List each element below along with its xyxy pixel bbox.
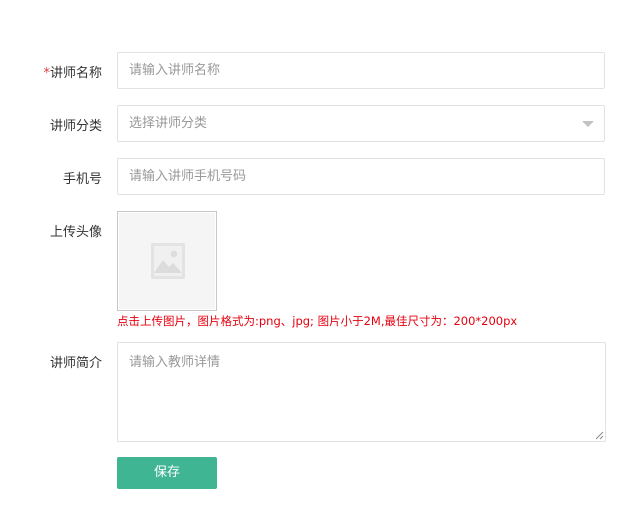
name-label-text: 讲师名称 xyxy=(49,66,102,81)
save-button[interactable]: 保存 xyxy=(117,457,217,489)
name-input[interactable]: 请输入讲师名称 xyxy=(117,52,605,89)
phone-label: 手机号 xyxy=(0,168,102,187)
image-placeholder-icon xyxy=(151,243,185,279)
category-select[interactable]: 选择讲师分类 xyxy=(117,105,605,142)
name-input-placeholder: 请输入讲师名称 xyxy=(129,63,221,78)
category-label-text: 讲师分类 xyxy=(49,119,102,134)
name-label: *讲师名称 xyxy=(0,62,102,81)
category-label: 讲师分类 xyxy=(0,115,102,134)
avatar-label: 上传头像 xyxy=(0,221,102,240)
chevron-down-icon xyxy=(582,121,594,127)
intro-textarea-placeholder: 请输入教师详情 xyxy=(129,355,221,370)
avatar-label-text: 上传头像 xyxy=(49,225,102,240)
phone-label-text: 手机号 xyxy=(62,172,102,187)
intro-label: 讲师简介 xyxy=(0,352,102,371)
intro-label-text: 讲师简介 xyxy=(49,356,102,371)
intro-textarea[interactable]: 请输入教师详情 xyxy=(117,342,606,442)
phone-input[interactable]: 请输入讲师手机号码 xyxy=(117,158,605,195)
avatar-upload[interactable] xyxy=(117,211,217,311)
phone-input-placeholder: 请输入讲师手机号码 xyxy=(129,169,247,184)
resize-grip-icon[interactable] xyxy=(595,431,604,440)
category-select-placeholder: 选择讲师分类 xyxy=(129,116,208,131)
avatar-upload-hint: 点击上传图片，图片格式为:png、jpg; 图片小于2M,最佳尺寸为：200*2… xyxy=(117,314,518,328)
